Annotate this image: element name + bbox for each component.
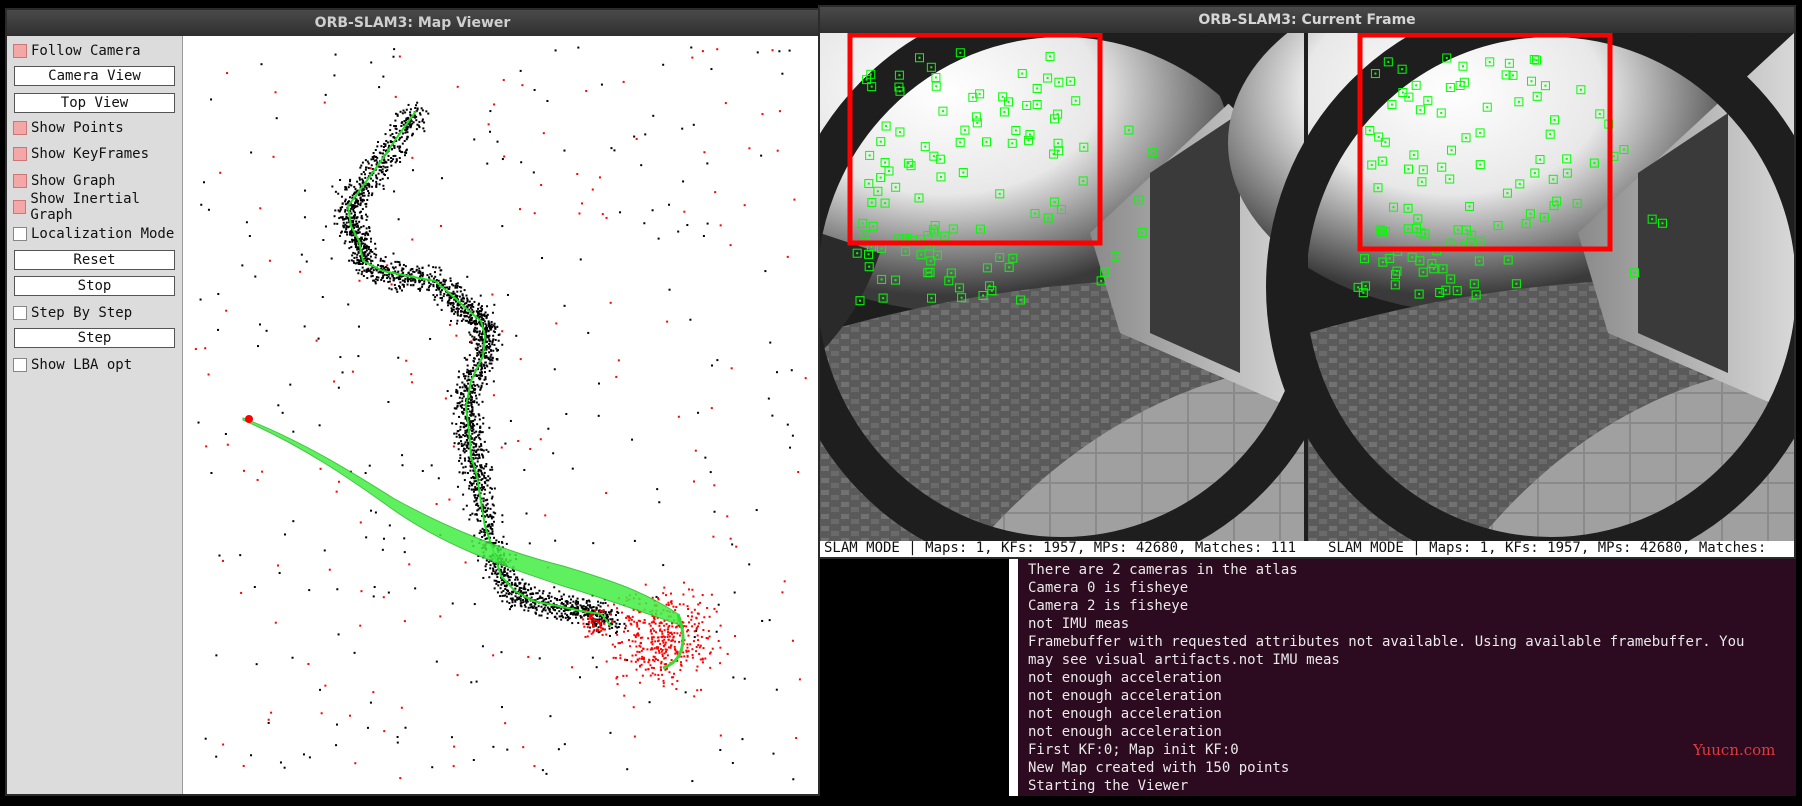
show-graph-checkbox[interactable] <box>13 174 27 188</box>
inertial-graph <box>242 417 684 627</box>
status-left: SLAM MODE | Maps: 1, KFs: 1957, MPs: 426… <box>824 541 1297 556</box>
map-points <box>197 46 795 783</box>
frame-status-bar: SLAM MODE | Maps: 1, KFs: 1957, MPs: 426… <box>820 541 1794 557</box>
terminal-line: not enough acceleration <box>1028 688 1222 704</box>
reset-button[interactable]: Reset <box>14 250 175 270</box>
step-by-step-checkbox[interactable] <box>13 306 27 320</box>
show-inertial-graph-label: Show Inertial Graph <box>30 191 140 223</box>
step-by-step-label: Step By Step <box>31 305 133 321</box>
terminal-line: may see visual artifacts.not IMU meas <box>1028 652 1340 668</box>
current-frame-title[interactable]: ORB-SLAM3: Current Frame <box>820 7 1794 33</box>
current-frame-window: ORB-SLAM3: Current Frame SLAM MODE | Map… <box>818 5 1796 559</box>
start-keyframe-marker <box>245 415 253 423</box>
terminal-line: not IMU meas <box>1028 616 1130 632</box>
terminal-output[interactable]: There are 2 cameras in the atlas Camera … <box>1018 559 1796 796</box>
show-inertial-graph-toggle[interactable]: Show Inertial Graph <box>13 191 182 223</box>
control-panel: Follow Camera Camera View Top View Show … <box>7 36 183 794</box>
localization-mode-checkbox[interactable] <box>13 227 27 241</box>
camera-view-button[interactable]: Camera View <box>14 66 175 86</box>
show-lba-opt-checkbox[interactable] <box>13 358 27 372</box>
stereo-image-pair <box>820 33 1794 541</box>
watermark: Yuucn.com <box>1693 741 1776 759</box>
terminal-line: Camera 2 is fisheye <box>1028 598 1189 614</box>
terminal-line: Starting the Viewer <box>1028 778 1189 794</box>
show-inertial-graph-checkbox[interactable] <box>13 200 27 214</box>
terminal-edge <box>1009 559 1018 796</box>
terminal-line: not enough acceleration <box>1028 670 1222 686</box>
terminal-line: Framebuffer with requested attributes no… <box>1028 634 1745 650</box>
stop-button[interactable]: Stop <box>14 276 175 296</box>
show-points-label: Show Points <box>31 120 124 136</box>
follow-camera-label: Follow Camera <box>31 43 141 59</box>
step-by-step-toggle[interactable]: Step By Step <box>13 302 132 324</box>
status-right: SLAM MODE | Maps: 1, KFs: 1957, MPs: 426… <box>1328 541 1767 556</box>
show-graph-label: Show Graph <box>31 173 116 189</box>
terminal-line: not enough acceleration <box>1028 706 1222 722</box>
map-viewer-window: ORB-SLAM3: Map Viewer Follow Camera Came… <box>5 8 820 796</box>
localization-mode-toggle[interactable]: Localization Mode <box>13 223 174 245</box>
terminal-line: New Map created with 150 points <box>1028 760 1290 776</box>
show-graph-toggle[interactable]: Show Graph <box>13 170 115 192</box>
map-3d-canvas[interactable] <box>183 36 818 794</box>
camera-images <box>820 33 1794 541</box>
show-lba-opt-label: Show LBA opt <box>31 357 133 373</box>
show-lba-opt-toggle[interactable]: Show LBA opt <box>13 354 132 376</box>
right-camera-image <box>1228 33 1794 541</box>
localization-mode-label: Localization Mode <box>31 226 175 242</box>
step-button[interactable]: Step <box>14 328 175 348</box>
show-points-checkbox[interactable] <box>13 121 27 135</box>
follow-camera-toggle[interactable]: Follow Camera <box>13 40 141 62</box>
local-map-points <box>194 48 807 780</box>
map-viewer-title[interactable]: ORB-SLAM3: Map Viewer <box>7 10 818 36</box>
terminal-line: First KF:0; Map init KF:0 <box>1028 742 1239 758</box>
terminal-line: Camera 0 is fisheye <box>1028 580 1189 596</box>
terminal-line: not enough acceleration <box>1028 724 1222 740</box>
show-points-toggle[interactable]: Show Points <box>13 117 124 139</box>
follow-camera-checkbox[interactable] <box>13 44 27 58</box>
map-point-cloud[interactable] <box>183 36 818 794</box>
show-keyframes-label: Show KeyFrames <box>31 146 150 162</box>
show-keyframes-toggle[interactable]: Show KeyFrames <box>13 143 149 165</box>
top-view-button[interactable]: Top View <box>14 93 175 113</box>
show-keyframes-checkbox[interactable] <box>13 147 27 161</box>
terminal-line: There are 2 cameras in the atlas <box>1028 562 1298 578</box>
